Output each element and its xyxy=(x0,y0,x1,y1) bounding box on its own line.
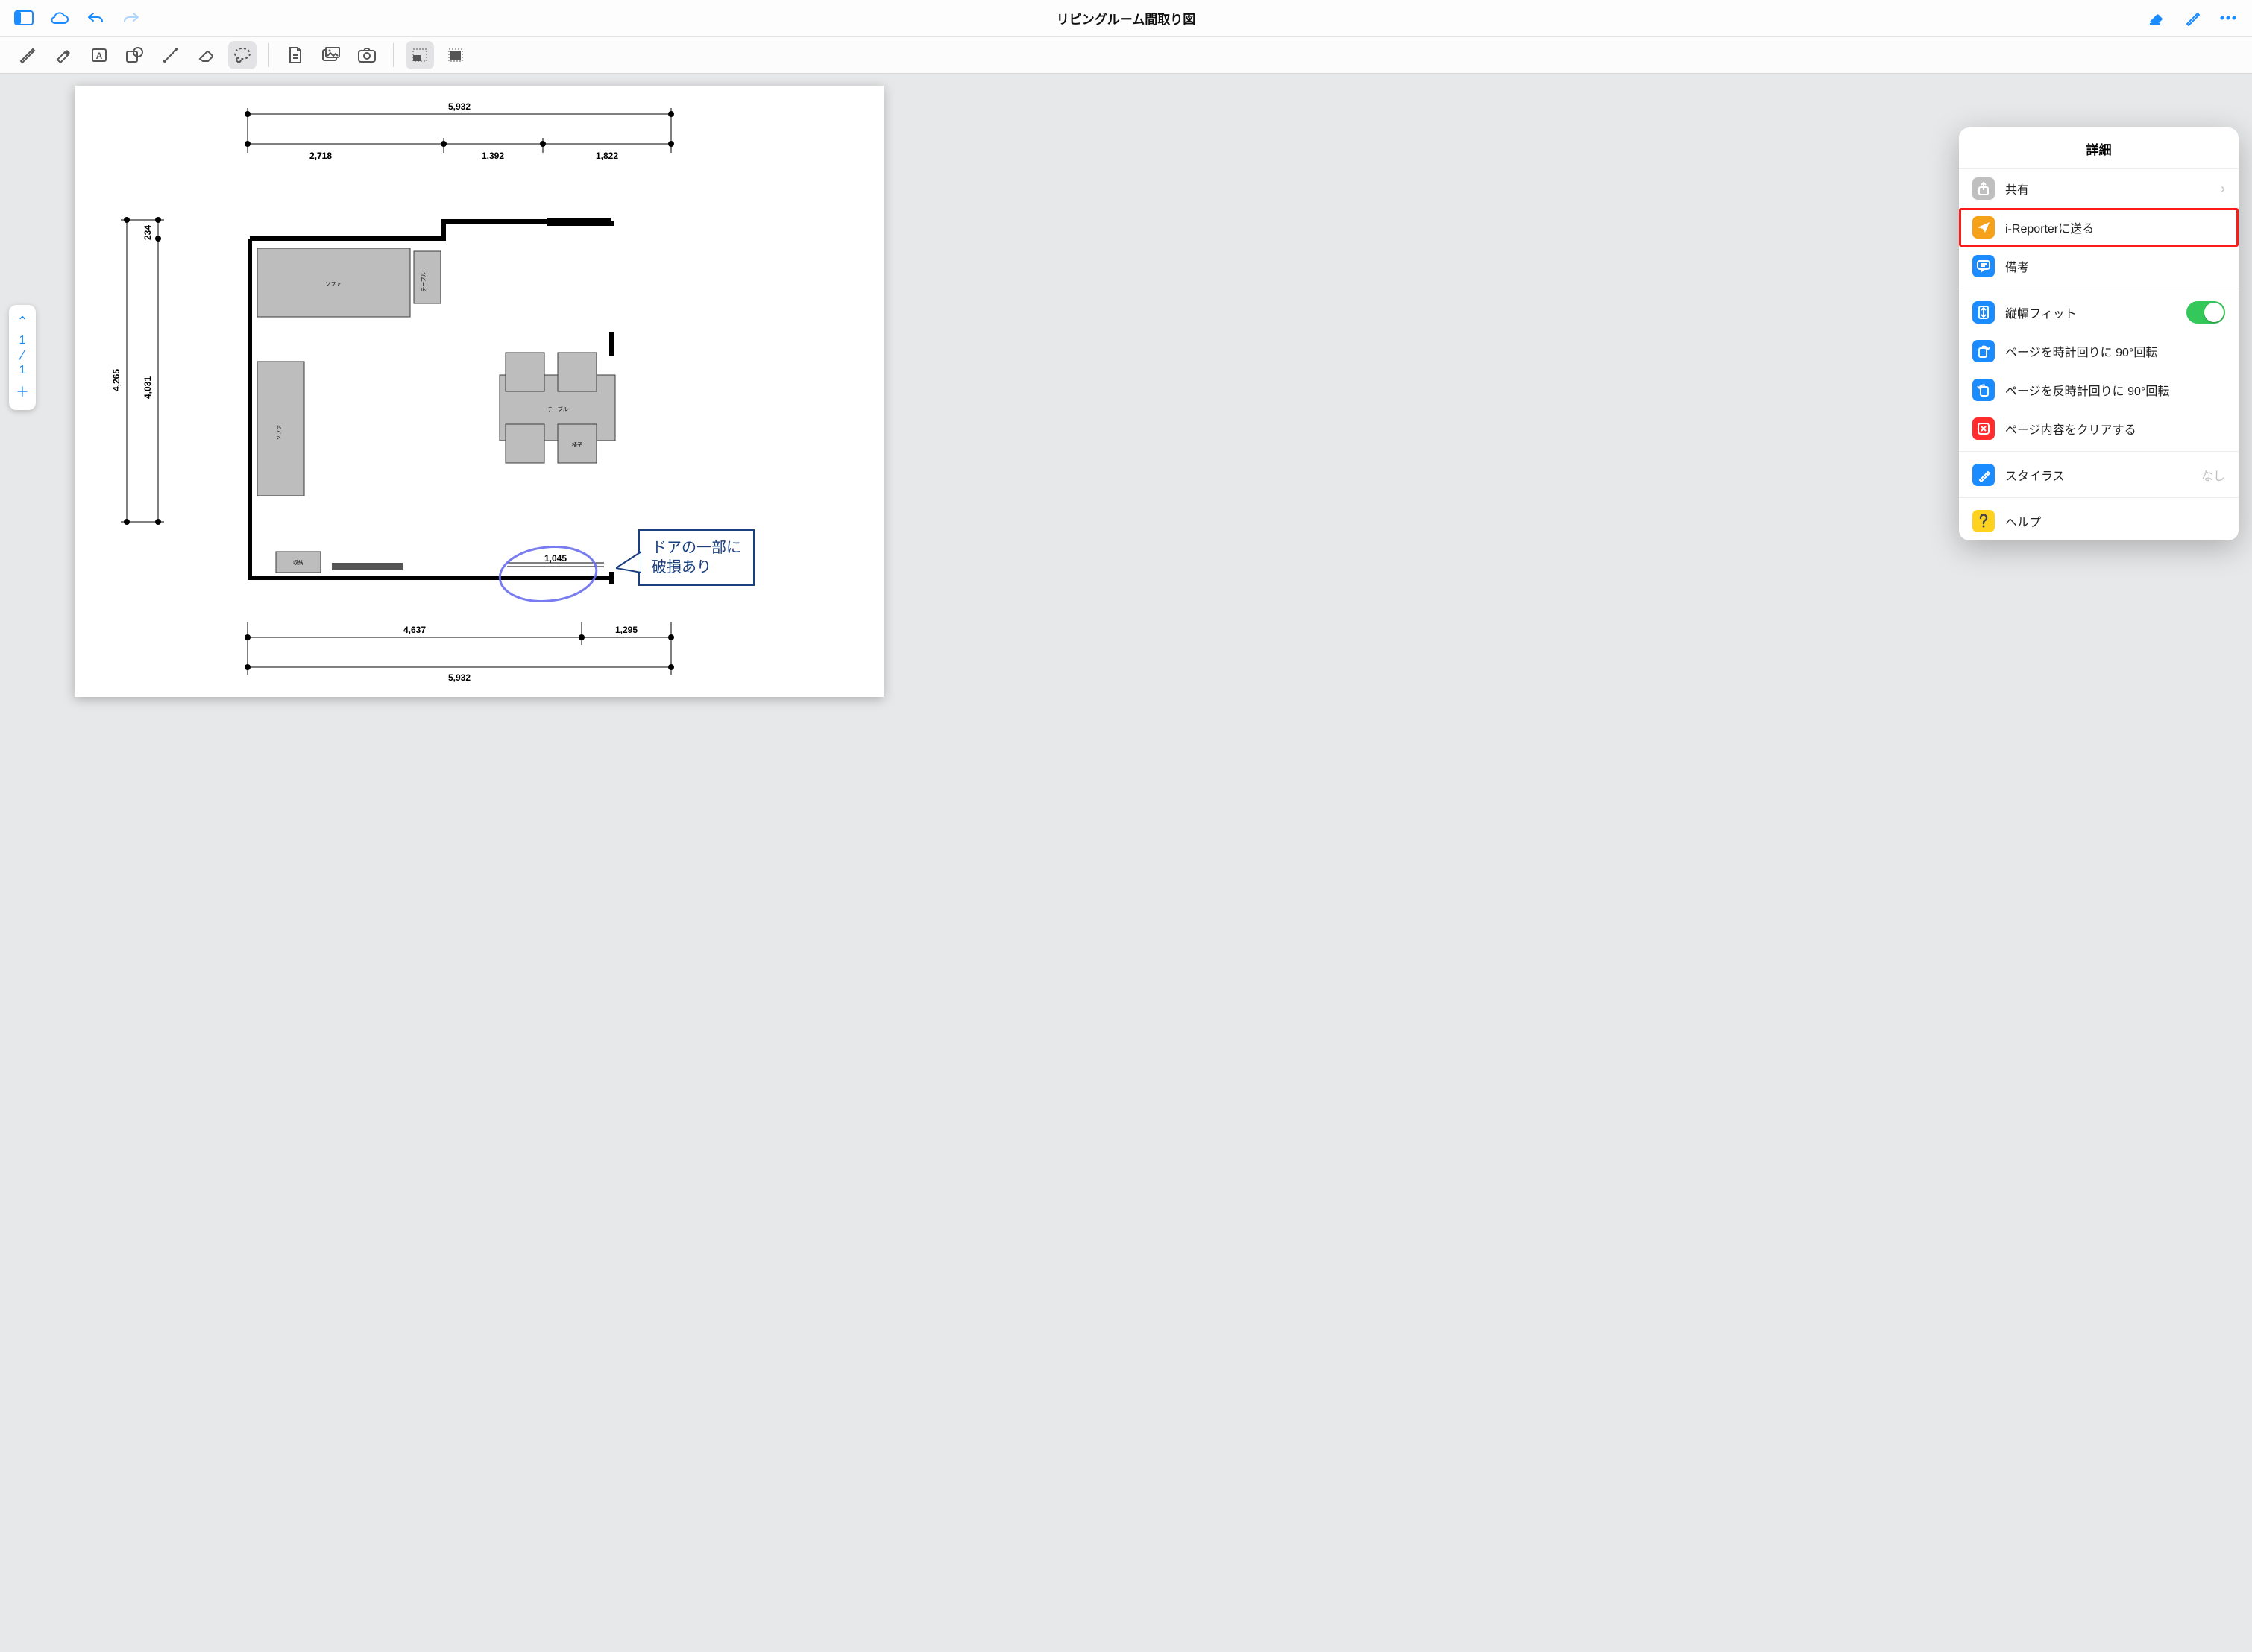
menu-note[interactable]: 備考 xyxy=(1959,247,2239,286)
toolbar: A xyxy=(0,37,2252,74)
titlebar: リビングルーム間取り図 xyxy=(0,0,2252,37)
camera-tool-icon[interactable] xyxy=(353,41,381,69)
annotation-callout: ドアの一部に 破損あり xyxy=(638,529,755,586)
eraser-tool-icon[interactable] xyxy=(192,41,221,69)
svg-text:1,295: 1,295 xyxy=(615,625,638,635)
image-tool-icon[interactable] xyxy=(317,41,345,69)
svg-text:テーブル: テーブル xyxy=(420,271,427,292)
svg-text:4,031: 4,031 xyxy=(142,376,153,399)
svg-text:4,637: 4,637 xyxy=(403,625,426,635)
annotation-line1: ドアの一部に xyxy=(652,538,741,558)
svg-text:1,822: 1,822 xyxy=(596,151,618,161)
svg-text:テーブル: テーブル xyxy=(547,406,568,412)
pager-up-icon[interactable]: ⌃ xyxy=(16,312,28,331)
svg-text:ソファ: ソファ xyxy=(276,425,282,441)
menu-fit-vertical[interactable]: 縦幅フィット xyxy=(1959,289,2239,332)
svg-text:A: A xyxy=(96,51,103,61)
more-popover: 詳細 共有 › i-Reporterに送る 備考 縦幅フィット xyxy=(1959,127,2239,540)
dim-total-top: 5,932 xyxy=(448,101,471,112)
redo-icon[interactable] xyxy=(121,7,142,28)
shape-tool-icon[interactable] xyxy=(121,41,149,69)
svg-text:234: 234 xyxy=(142,225,153,240)
svg-text:4,265: 4,265 xyxy=(111,369,122,391)
svg-text:収納: 収納 xyxy=(293,559,303,566)
svg-text:椅子: 椅子 xyxy=(572,441,582,448)
svg-text:2,718: 2,718 xyxy=(309,151,332,161)
pager-current: 1 xyxy=(19,334,26,347)
eraser-header-icon[interactable] xyxy=(2146,7,2167,28)
sidebar-toggle-icon[interactable] xyxy=(13,7,34,28)
annotation-line2: 破損あり xyxy=(652,558,741,577)
svg-text:1,045: 1,045 xyxy=(544,553,567,564)
pager-total: 1 xyxy=(19,364,26,377)
document-title: リビングルーム間取り図 xyxy=(1057,9,1196,28)
lasso-tool-icon[interactable] xyxy=(228,41,257,69)
more-icon[interactable] xyxy=(2218,7,2239,28)
crop-full-icon[interactable] xyxy=(441,41,470,69)
line-tool-icon[interactable] xyxy=(157,41,185,69)
cloud-icon[interactable] xyxy=(49,7,70,28)
menu-rotate-cw[interactable]: ページを時計回りに 90°回転 xyxy=(1959,332,2239,371)
pager-add-icon[interactable]: ＋ xyxy=(16,380,29,403)
popover-title: 詳細 xyxy=(1959,127,2239,169)
menu-clear-page[interactable]: ページ内容をクリアする xyxy=(1959,409,2239,448)
menu-help[interactable]: ヘルプ xyxy=(1959,497,2239,540)
highlighter-tool-icon[interactable] xyxy=(49,41,78,69)
chevron-right-icon: › xyxy=(2221,181,2225,197)
menu-share[interactable]: 共有 › xyxy=(1959,169,2239,208)
pen-header-icon[interactable] xyxy=(2182,7,2203,28)
menu-send-to-ireporter[interactable]: i-Reporterに送る xyxy=(1959,208,2239,247)
menu-rotate-ccw[interactable]: ページを反時計回りに 90°回転 xyxy=(1959,371,2239,409)
stylus-state: なし xyxy=(2201,466,2225,484)
pen-tool-icon[interactable] xyxy=(13,41,42,69)
svg-text:1,392: 1,392 xyxy=(482,151,504,161)
menu-stylus[interactable]: スタイラス なし xyxy=(1959,451,2239,494)
page[interactable]: 5,932 2,718 2,718 1,392 1,822 xyxy=(75,86,884,697)
text-tool-icon[interactable]: A xyxy=(85,41,113,69)
floor-plan-drawing: 5,932 2,718 2,718 1,392 1,822 xyxy=(75,86,884,697)
undo-icon[interactable] xyxy=(85,7,106,28)
document-tool-icon[interactable] xyxy=(281,41,309,69)
svg-text:5,932: 5,932 xyxy=(448,672,471,683)
svg-text:ソファ: ソファ xyxy=(326,281,342,287)
canvas[interactable]: 5,932 2,718 2,718 1,392 1,822 xyxy=(0,74,2252,1652)
pager[interactable]: ⌃ 1 ⁄ 1 ＋ xyxy=(9,305,36,410)
crop-partial-icon[interactable] xyxy=(406,41,434,69)
fit-toggle[interactable] xyxy=(2186,301,2225,324)
